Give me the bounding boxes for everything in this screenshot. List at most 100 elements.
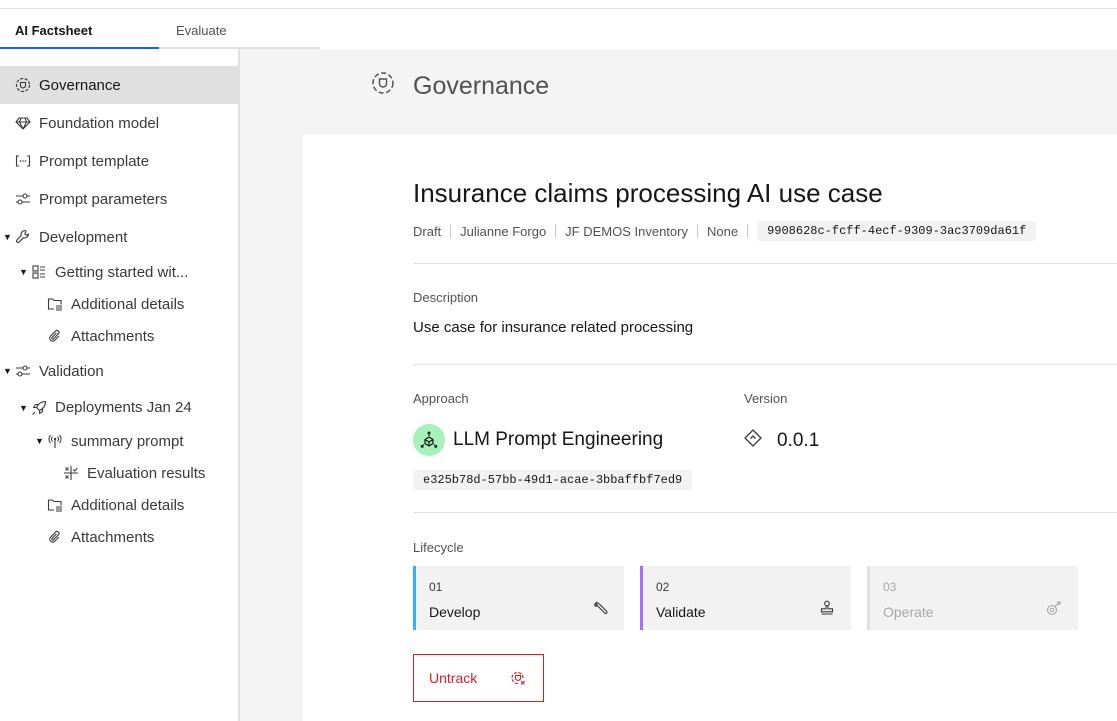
stamp-icon <box>819 600 835 616</box>
meta-separator <box>450 224 452 238</box>
governance-icon <box>15 77 31 93</box>
wrench-icon <box>592 600 608 616</box>
sliders-icon <box>15 191 31 207</box>
sidebar-item-label: Additional details <box>71 496 185 514</box>
section-divider <box>413 512 1117 513</box>
sidebar-item-governance[interactable]: Governance <box>0 66 238 104</box>
stage-number: 02 <box>656 580 670 594</box>
section-divider <box>413 364 1117 365</box>
sidebar-item-attachments[interactable]: Attachments <box>0 521 238 553</box>
diamond-gem-icon <box>15 115 31 131</box>
brackets-ellipsis-icon <box>15 153 31 169</box>
sidebar-item-attachments[interactable]: Attachments <box>0 320 238 352</box>
description-label: Description <box>413 290 479 305</box>
risk-level: None <box>706 223 739 239</box>
wrench-icon <box>15 229 31 245</box>
caret-down-icon[interactable]: ▼ <box>3 366 12 376</box>
section-divider <box>413 263 1117 264</box>
sliders-icon <box>15 363 31 379</box>
folder-details-icon <box>47 296 63 312</box>
sidebar-item-label: Attachments <box>71 528 155 546</box>
approach-id-tag[interactable]: e325b78d-57bb-49d1-acae-3bbaffbf7ed9 <box>413 470 693 490</box>
untrack-icon <box>510 670 526 686</box>
folder-details-icon <box>47 497 63 513</box>
sidebar-item-label: Prompt template <box>39 152 150 170</box>
meta-separator <box>696 224 698 238</box>
version-value: 0.0.1 <box>777 429 820 451</box>
sidebar-item-label: Attachments <box>71 327 155 345</box>
top-strip <box>0 0 1117 9</box>
sidebar-item-additional-details[interactable]: Additional details <box>0 489 238 521</box>
version-icon <box>743 428 763 453</box>
caret-down-icon[interactable]: ▼ <box>19 267 28 277</box>
owner-name: Julianne Forgo <box>460 223 547 239</box>
use-case-title: Insurance claims processing AI use case <box>413 178 883 208</box>
sidebar-item-development[interactable]: ▼ Development <box>0 218 238 256</box>
sidebar-item-label: summary prompt <box>71 432 184 450</box>
evaluation-icon <box>63 465 79 481</box>
untrack-label: Untrack <box>429 670 478 686</box>
sidebar-item-summary-prompt[interactable]: ▼ summary prompt <box>0 425 238 457</box>
sidebar-item-evaluation-results[interactable]: Evaluation results <box>0 457 238 489</box>
approach-label: Approach <box>413 391 469 406</box>
meta-separator <box>747 224 749 238</box>
sidebar-item-label: Governance <box>39 76 121 94</box>
operate-icon <box>1046 600 1062 616</box>
tab-ai-factsheet[interactable]: AI Factsheet <box>0 10 159 49</box>
lifecycle-stage-develop[interactable]: 01 Develop <box>413 566 624 630</box>
broadcast-icon <box>47 433 63 449</box>
use-case-card: Insurance claims processing AI use case … <box>303 135 1117 721</box>
sidebar-item-getting-started[interactable]: ▼ Getting started wit... <box>0 256 238 288</box>
sidebar-item-label: Evaluation results <box>87 464 206 482</box>
meta-separator <box>555 224 557 238</box>
sidebar-item-label: Foundation model <box>39 114 160 132</box>
sidebar-item-label: Validation <box>39 362 104 380</box>
use-case-meta: Draft Julianne Forgo JF DEMOS Inventory … <box>413 220 1037 242</box>
version-label: Version <box>744 391 788 406</box>
untrack-button[interactable]: Untrack <box>413 654 544 702</box>
sidebar-item-label: Prompt parameters <box>39 190 168 208</box>
tab-evaluate[interactable]: Evaluate <box>159 10 320 49</box>
approach-icon <box>413 424 445 456</box>
paperclip-icon <box>47 529 63 545</box>
sidebar-item-label: Getting started wit... <box>55 263 189 281</box>
grid-icon <box>31 264 47 280</box>
paperclip-icon <box>47 328 63 344</box>
caret-down-icon[interactable]: ▼ <box>35 436 44 446</box>
lifecycle-stage-operate[interactable]: 03 Operate <box>867 566 1078 630</box>
status-badge: Draft <box>413 223 442 239</box>
lifecycle-stage-validate[interactable]: 02 Validate <box>640 566 851 630</box>
use-case-id-tag[interactable]: 9908628c-fcff-4ecf-9309-3ac3709da61f <box>757 221 1037 241</box>
sidebar-item-foundation-model[interactable]: Foundation model <box>0 104 238 142</box>
caret-down-icon[interactable]: ▼ <box>3 232 12 242</box>
lifecycle-stages: 01 Develop 02 Validate 03 Operate <box>413 566 1078 630</box>
sidebar-nav: Governance Foundation model Prompt templ… <box>0 66 238 721</box>
stage-name: Validate <box>656 604 706 620</box>
sidebar-item-validation[interactable]: ▼ Validation <box>0 352 238 390</box>
sidebar-item-prompt-parameters[interactable]: Prompt parameters <box>0 180 238 218</box>
page-title: Governance <box>413 72 550 100</box>
rocket-icon <box>31 400 47 416</box>
stage-number: 01 <box>429 580 443 594</box>
version-display: 0.0.1 <box>743 428 819 453</box>
sidebar-item-prompt-template[interactable]: Prompt template <box>0 142 238 180</box>
approach-link[interactable]: LLM Prompt Engineering <box>413 424 663 456</box>
inventory-name: JF DEMOS Inventory <box>565 223 688 239</box>
sidebar-item-deployments[interactable]: ▼ Deployments Jan 24 <box>0 390 238 425</box>
tab-bar: AI Factsheet Evaluate <box>0 10 320 49</box>
stage-number: 03 <box>883 580 897 594</box>
approach-name: LLM Prompt Engineering <box>453 429 664 450</box>
caret-down-icon[interactable]: ▼ <box>19 403 28 413</box>
governance-icon <box>371 71 395 95</box>
sidebar-item-label: Deployments Jan 24 <box>55 399 192 416</box>
sidebar-item-additional-details[interactable]: Additional details <box>0 288 238 320</box>
stage-indicator <box>640 566 643 630</box>
stage-indicator <box>413 566 416 630</box>
description-text: Use case for insurance related processin… <box>413 319 694 336</box>
lifecycle-label: Lifecycle <box>413 540 464 555</box>
sidebar-item-label: Additional details <box>71 295 185 313</box>
stage-indicator <box>867 566 870 630</box>
stage-name: Operate <box>883 604 934 620</box>
sidebar-item-label: Development <box>39 228 128 246</box>
stage-name: Develop <box>429 604 481 620</box>
